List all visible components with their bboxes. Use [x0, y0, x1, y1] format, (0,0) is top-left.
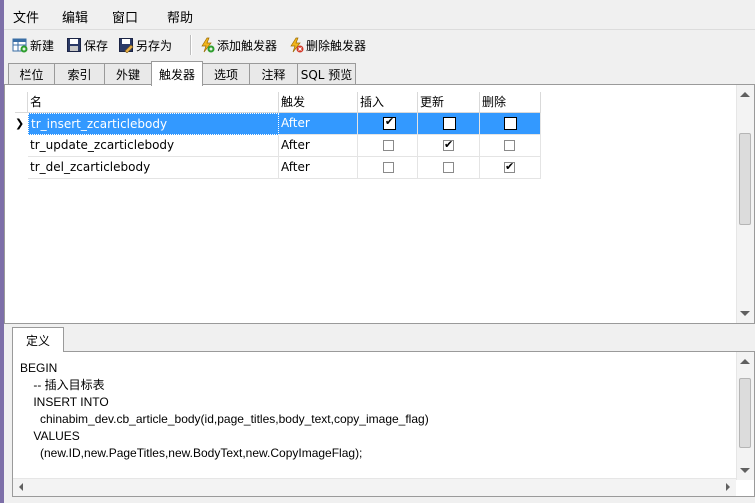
scroll-right-icon[interactable] — [726, 483, 730, 491]
update-cell — [418, 157, 480, 179]
tab-definition[interactable]: 定义 — [12, 327, 64, 352]
trigger-name-cell[interactable]: tr_update_zcarticlebody — [28, 135, 279, 157]
insert-checkbox[interactable] — [383, 162, 394, 173]
new-button-label: 新建 — [30, 38, 55, 53]
menu-bar: 文件 编辑 窗口 帮助 — [4, 0, 755, 30]
trigger-timing-cell[interactable]: After — [279, 157, 358, 179]
scroll-up-icon[interactable] — [740, 359, 750, 364]
column-header-name[interactable]: 名 — [28, 92, 279, 113]
row-header-corner — [15, 92, 28, 113]
tab-foreign-keys[interactable]: 外键 — [104, 63, 152, 85]
menu-help[interactable]: 帮助 — [167, 7, 193, 26]
menu-window[interactable]: 窗口 — [112, 7, 138, 26]
tab-options[interactable]: 选项 — [202, 63, 250, 85]
trigger-grid: 名 触发 插入 更新 删除 ❯ tr_insert_zcarticlebody … — [4, 84, 755, 324]
menu-edit[interactable]: 编辑 — [62, 7, 88, 26]
save-button-label: 保存 — [84, 38, 109, 53]
trigger-definition-code[interactable]: BEGIN -- 插入目标表 INSERT INTO chinabim_dev.… — [20, 360, 429, 462]
insert-checkbox[interactable] — [383, 140, 394, 151]
save-icon — [67, 38, 81, 52]
insert-checkbox[interactable]: ✔ — [383, 115, 396, 130]
column-header-insert[interactable]: 插入 — [358, 92, 418, 113]
insert-cell — [358, 157, 418, 179]
update-cell: ✔ — [418, 135, 480, 157]
delete-cell — [480, 135, 541, 157]
delete-checkbox[interactable]: ✔ — [504, 160, 515, 173]
delete-checkbox[interactable] — [504, 140, 515, 151]
delete-cell — [480, 113, 541, 135]
delete-trigger-button-label: 删除触发器 — [306, 38, 367, 53]
trigger-name-cell[interactable]: tr_del_zcarticlebody — [28, 157, 279, 179]
column-header-trigger[interactable]: 触发 — [279, 92, 358, 113]
tab-comments[interactable]: 注释 — [249, 63, 298, 85]
tab-triggers[interactable]: 触发器 — [151, 61, 203, 86]
menu-file[interactable]: 文件 — [13, 7, 39, 26]
new-table-icon — [12, 38, 28, 53]
tab-fields[interactable]: 栏位 — [8, 63, 55, 85]
update-cell — [418, 113, 480, 135]
toolbar: 新建 保存 另存为 添加触发器 删除触发器 — [4, 30, 755, 60]
scroll-thumb[interactable] — [739, 378, 751, 448]
toolbar-separator — [190, 35, 192, 55]
row-pointer-icon: ❯ — [15, 117, 25, 130]
insert-cell — [358, 135, 418, 157]
trigger-timing-cell[interactable]: After — [279, 135, 358, 157]
delete-checkbox[interactable] — [504, 117, 517, 130]
add-trigger-icon — [201, 37, 215, 53]
update-checkbox[interactable] — [443, 162, 454, 173]
editor-horizontal-scrollbar[interactable] — [13, 478, 736, 496]
insert-cell: ✔ — [358, 113, 418, 135]
delete-cell: ✔ — [480, 157, 541, 179]
update-checkbox[interactable]: ✔ — [443, 138, 454, 151]
add-trigger-button-label: 添加触发器 — [217, 38, 278, 53]
add-trigger-button[interactable]: 添加触发器 — [199, 35, 277, 55]
scroll-up-icon[interactable] — [740, 92, 750, 97]
save-as-icon — [119, 38, 134, 53]
definition-tabs: 定义 — [4, 327, 755, 352]
trigger-timing-cell[interactable]: After — [279, 113, 358, 135]
column-header-update[interactable]: 更新 — [418, 92, 480, 113]
new-button[interactable]: 新建 — [12, 35, 54, 55]
column-header-delete[interactable]: 删除 — [480, 92, 541, 113]
delete-trigger-button[interactable]: 删除触发器 — [288, 35, 366, 55]
designer-tabs: 栏位 索引 外键 触发器 选项 注释 SQL 预览 — [4, 61, 755, 86]
grid-vertical-scrollbar[interactable] — [736, 85, 754, 323]
tab-indexes[interactable]: 索引 — [54, 63, 105, 85]
tab-sql-preview[interactable]: SQL 预览 — [297, 63, 356, 85]
update-checkbox[interactable] — [443, 117, 456, 130]
save-button[interactable]: 保存 — [66, 35, 108, 55]
scroll-down-icon[interactable] — [740, 468, 750, 473]
editor-vertical-scrollbar[interactable] — [736, 352, 754, 480]
delete-trigger-icon — [290, 37, 304, 53]
scroll-left-icon[interactable] — [19, 483, 23, 491]
scroll-thumb[interactable] — [739, 133, 751, 225]
definition-editor[interactable]: BEGIN -- 插入目标表 INSERT INTO chinabim_dev.… — [12, 351, 755, 497]
scroll-down-icon[interactable] — [740, 311, 750, 316]
save-as-button[interactable]: 另存为 — [118, 35, 172, 55]
trigger-name-cell[interactable]: tr_insert_zcarticlebody — [28, 113, 279, 135]
save-as-button-label: 另存为 — [136, 38, 173, 53]
